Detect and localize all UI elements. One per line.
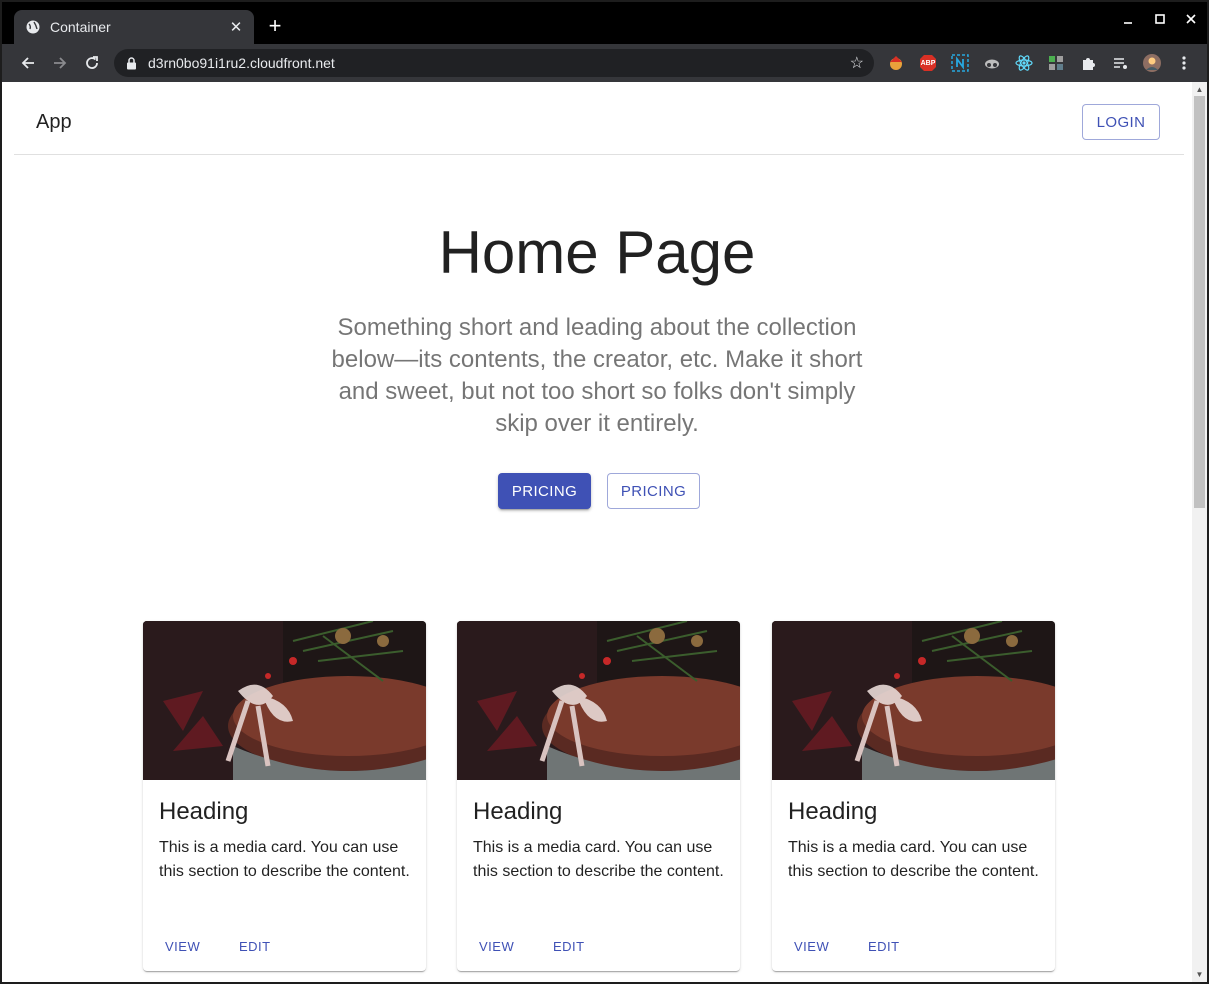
edit-button[interactable]: EDIT [862,931,906,961]
card-description: This is a media card. You can use this s… [159,839,410,880]
view-button[interactable]: VIEW [159,931,206,961]
browser-window: Container ✕ + d3rn0bo91i1ru2.cloudfront.… [0,0,1209,984]
reload-icon[interactable] [80,51,104,75]
globe-icon [26,20,40,34]
media-card: Heading This is a media card. You can us… [457,621,740,971]
scrollbar-thumb[interactable] [1194,96,1205,508]
url-text: d3rn0bo91i1ru2.cloudfront.net [148,55,335,71]
lock-icon [126,56,138,70]
extension-santa-icon[interactable] [886,53,906,73]
extension-adblock-icon[interactable]: ABP [918,53,938,73]
card-description: This is a media card. You can use this s… [473,839,724,880]
login-button[interactable]: LOGIN [1082,104,1160,140]
app-bar: App LOGIN [14,82,1184,155]
card-image [772,621,1055,780]
view-button[interactable]: VIEW [788,931,835,961]
card-image [457,621,740,780]
forward-arrow-icon[interactable] [48,51,72,75]
browser-menu-icon[interactable] [1174,53,1194,73]
media-card: Heading This is a media card. You can us… [772,621,1055,971]
address-bar[interactable]: d3rn0bo91i1ru2.cloudfront.net ☆ [114,49,874,77]
card-image [143,621,426,780]
card-heading: Heading [788,798,878,825]
profile-avatar-icon[interactable] [1142,53,1162,73]
page-viewport: App LOGIN Home Page Something short and … [2,82,1207,982]
new-tab-button[interactable]: + [264,15,286,38]
tab-strip: Container ✕ + [2,2,1207,44]
pricing-button-secondary[interactable]: PRICING [607,473,700,509]
browser-tab[interactable]: Container ✕ [14,10,254,44]
hero-description: Something short and leading about the co… [331,314,863,437]
extension-cloud-icon[interactable] [982,53,1002,73]
tab-close-icon[interactable]: ✕ [226,18,246,36]
card-description: This is a media card. You can use this s… [788,839,1039,880]
extensions-puzzle-icon[interactable] [1078,53,1098,73]
scroll-up-arrow-icon[interactable]: ▲ [1195,85,1204,94]
edit-button[interactable]: EDIT [233,931,277,961]
browser-toolbar: d3rn0bo91i1ru2.cloudfront.net ☆ ABP [2,44,1207,82]
app-title: App [36,111,72,133]
pricing-button-primary[interactable]: PRICING [498,473,591,509]
maximize-icon[interactable] [1150,12,1170,32]
close-window-icon[interactable] [1181,12,1201,32]
page-title: Home Page [438,219,756,286]
media-card: Heading This is a media card. You can us… [143,621,426,971]
adblock-label: ABP [920,59,936,67]
extension-react-icon[interactable] [1014,53,1034,73]
card-heading: Heading [159,798,249,825]
scroll-down-arrow-icon[interactable]: ▼ [1195,970,1204,979]
minimize-icon[interactable] [1118,12,1138,32]
card-heading: Heading [473,798,563,825]
back-arrow-icon[interactable] [16,51,40,75]
reading-list-icon[interactable] [1110,53,1130,73]
view-button[interactable]: VIEW [473,931,520,961]
tab-title: Container [50,19,111,35]
bookmark-star-icon[interactable]: ☆ [850,53,864,73]
extension-grid-icon[interactable] [1046,53,1066,73]
vertical-scrollbar[interactable]: ▲ ▼ [1192,82,1207,982]
extension-n-icon[interactable] [950,53,970,73]
edit-button[interactable]: EDIT [547,931,591,961]
